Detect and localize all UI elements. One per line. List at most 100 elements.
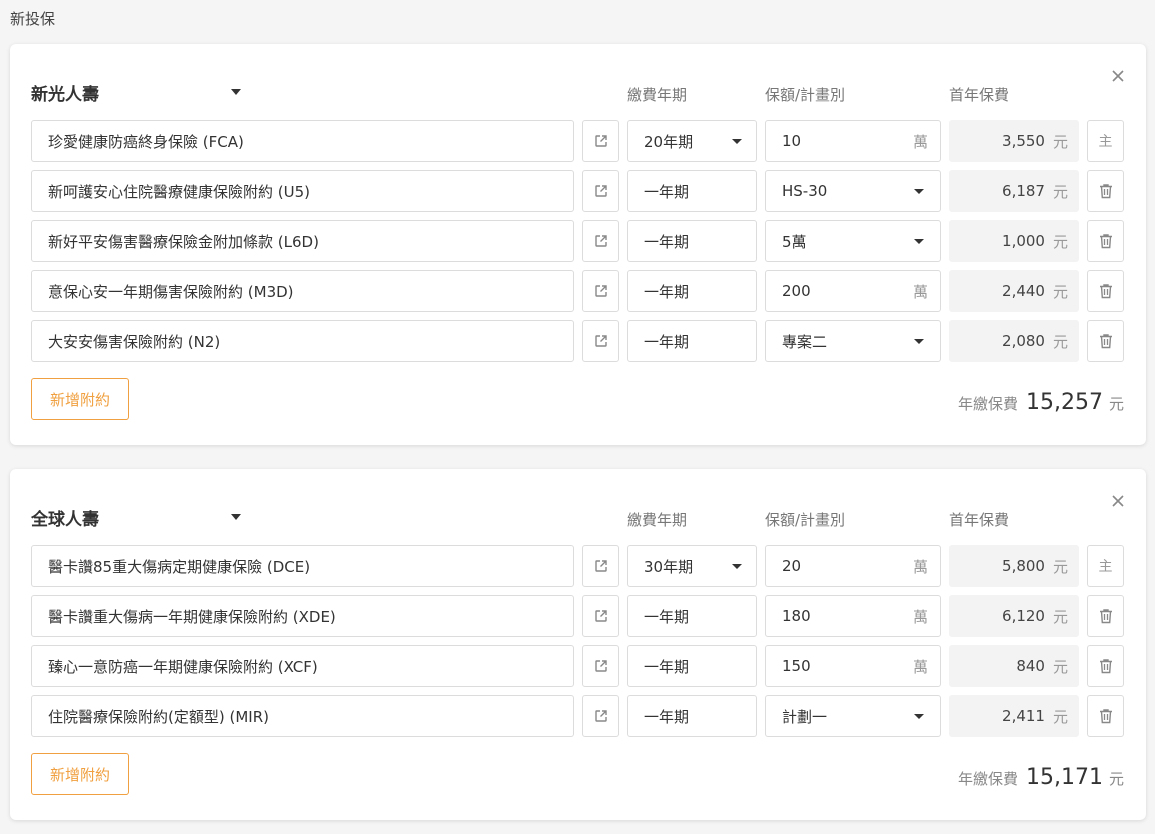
chevron-down-icon: [914, 188, 924, 194]
delete-button[interactable]: [1087, 595, 1124, 637]
insurer-card: 全球人壽 繳費年期 保額/計畫別 首年保費 醫卡讚85重大傷病定期健康保險 (DCE) 3…: [10, 469, 1146, 820]
amount-value: 10: [782, 132, 802, 150]
amount-input[interactable]: 200 萬: [765, 270, 941, 312]
term-field[interactable]: 一年期: [627, 695, 757, 737]
external-link-icon: [594, 234, 608, 248]
premium-field: 6,187 元: [949, 170, 1079, 212]
product-name: 大安安傷害保險附約 (N2): [48, 332, 221, 351]
term-column-label: 繳費年期: [627, 511, 688, 529]
product-field[interactable]: 臻心一意防癌一年期健康保險附約 (XCF): [31, 645, 574, 687]
product-field[interactable]: 新呵護安心住院醫療健康保險附約 (U5): [31, 170, 574, 212]
amount-value: 180: [782, 607, 811, 625]
premium-value: 5,800: [1002, 557, 1045, 575]
annual-premium-label: 年繳保費: [957, 770, 1018, 788]
main-badge-label: 主: [1098, 134, 1113, 150]
delete-button[interactable]: [1087, 695, 1124, 737]
plan-select[interactable]: 專案二: [765, 320, 941, 362]
amount-input[interactable]: 180 萬: [765, 595, 941, 637]
plan-select[interactable]: 計劃一: [765, 695, 941, 737]
product-field[interactable]: 醫卡讚85重大傷病定期健康保險 (DCE): [31, 545, 574, 587]
add-rider-button[interactable]: 新增附約: [31, 378, 129, 420]
close-icon[interactable]: [1110, 493, 1126, 509]
product-name: 新好平安傷害醫療保險金附加條款 (L6D): [48, 232, 319, 251]
external-link-button[interactable]: [582, 120, 619, 162]
term-field[interactable]: 一年期: [627, 220, 757, 262]
amount-input[interactable]: 10 萬: [765, 120, 941, 162]
term-field[interactable]: 一年期: [627, 645, 757, 687]
premium-field: 5,800 元: [949, 545, 1079, 587]
term-field[interactable]: 一年期: [627, 170, 757, 212]
company-select[interactable]: 新光人壽: [31, 80, 241, 105]
product-field[interactable]: 住院醫療保險附約(定額型) (MIR): [31, 695, 574, 737]
external-link-button[interactable]: [582, 220, 619, 262]
amount-input[interactable]: 20 萬: [765, 545, 941, 587]
delete-button[interactable]: [1087, 645, 1124, 687]
external-link-button[interactable]: [582, 595, 619, 637]
currency-unit: 元: [1052, 607, 1068, 626]
external-link-icon: [594, 184, 608, 198]
currency-unit: 元: [1108, 395, 1124, 413]
amount-value: 20: [782, 557, 802, 575]
premium-value: 2,411: [1002, 707, 1045, 725]
annual-premium-label: 年繳保費: [957, 395, 1018, 413]
product-field[interactable]: 醫卡讚重大傷病一年期健康保險附約 (XDE): [31, 595, 574, 637]
external-link-button[interactable]: [582, 545, 619, 587]
term-value: 30年期: [644, 557, 694, 576]
premium-field: 840 元: [949, 645, 1079, 687]
premium-value: 2,440: [1002, 282, 1045, 300]
close-icon[interactable]: [1110, 68, 1126, 84]
external-link-icon: [594, 134, 608, 148]
add-rider-button[interactable]: 新增附約: [31, 753, 129, 795]
currency-unit: 元: [1052, 332, 1068, 351]
external-link-icon: [594, 709, 608, 723]
external-link-button[interactable]: [582, 170, 619, 212]
chevron-down-icon: [231, 514, 241, 520]
external-link-button[interactable]: [582, 695, 619, 737]
product-field[interactable]: 珍愛健康防癌終身保險 (FCA): [31, 120, 574, 162]
premium-field: 1,000 元: [949, 220, 1079, 262]
product-field[interactable]: 新好平安傷害醫療保險金附加條款 (L6D): [31, 220, 574, 262]
plan-select[interactable]: 5萬: [765, 220, 941, 262]
annual-premium-value: 15,171: [1026, 765, 1103, 790]
external-link-icon: [594, 609, 608, 623]
delete-button[interactable]: [1087, 170, 1124, 212]
term-field[interactable]: 一年期: [627, 320, 757, 362]
term-field[interactable]: 一年期: [627, 595, 757, 637]
currency-unit: 元: [1052, 232, 1068, 251]
term-value: 一年期: [644, 707, 690, 726]
external-link-icon: [594, 334, 608, 348]
product-field[interactable]: 意保心安一年期傷害保險附約 (M3D): [31, 270, 574, 312]
main-policy-badge: 主: [1087, 120, 1124, 162]
premium-field: 3,550 元: [949, 120, 1079, 162]
amount-input[interactable]: 150 萬: [765, 645, 941, 687]
external-link-icon: [594, 284, 608, 298]
external-link-button[interactable]: [582, 320, 619, 362]
delete-button[interactable]: [1087, 270, 1124, 312]
company-name: 全球人壽: [31, 509, 99, 530]
chevron-down-icon: [231, 89, 241, 95]
product-name: 意保心安一年期傷害保險附約 (M3D): [48, 282, 294, 301]
coverage-row: 醫卡讚重大傷病一年期健康保險附約 (XDE) 一年期 180 萬 6,120 元: [31, 595, 1125, 637]
coverage-row: 新好平安傷害醫療保險金附加條款 (L6D) 一年期 5萬 1,000 元: [31, 220, 1125, 262]
currency-unit: 元: [1052, 707, 1068, 726]
company-name: 新光人壽: [31, 84, 99, 105]
coverage-row: 大安安傷害保險附約 (N2) 一年期 專案二 2,080 元: [31, 320, 1125, 362]
currency-unit: 元: [1052, 132, 1068, 151]
term-select[interactable]: 30年期: [627, 545, 757, 587]
chevron-down-icon: [914, 238, 924, 244]
external-link-button[interactable]: [582, 270, 619, 312]
term-field[interactable]: 一年期: [627, 270, 757, 312]
external-link-button[interactable]: [582, 645, 619, 687]
product-name: 新呵護安心住院醫療健康保險附約 (U5): [48, 182, 310, 201]
chevron-down-icon: [914, 713, 924, 719]
company-select[interactable]: 全球人壽: [31, 505, 241, 530]
chevron-down-icon: [732, 563, 742, 569]
chevron-down-icon: [732, 138, 742, 144]
delete-button[interactable]: [1087, 220, 1124, 262]
term-select[interactable]: 20年期: [627, 120, 757, 162]
product-field[interactable]: 大安安傷害保險附約 (N2): [31, 320, 574, 362]
plan-select[interactable]: HS-30: [765, 170, 941, 212]
amount-unit: 萬: [912, 557, 928, 576]
delete-button[interactable]: [1087, 320, 1124, 362]
currency-unit: 元: [1052, 282, 1068, 301]
